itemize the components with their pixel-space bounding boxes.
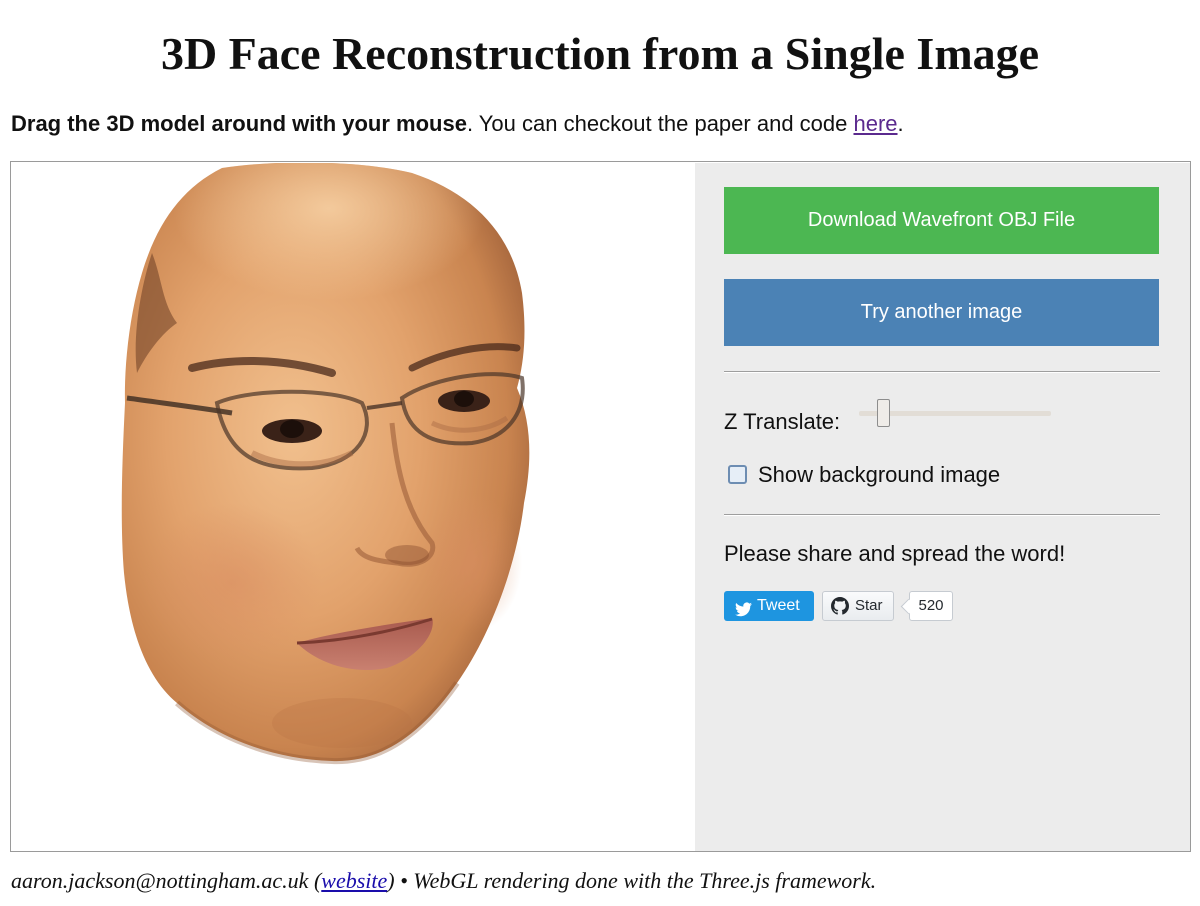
- twitter-bird-icon: [735, 598, 752, 628]
- intro-end: .: [897, 111, 904, 136]
- 3d-viewer-canvas[interactable]: [12, 163, 695, 851]
- intro-bold-text: Drag the 3D model around with your mouse: [11, 111, 467, 136]
- author-email: aaron.jackson@nottingham.ac.uk: [11, 868, 309, 893]
- tweet-button[interactable]: Tweet: [724, 591, 814, 621]
- divider: [724, 371, 1160, 373]
- star-count: 520: [918, 597, 944, 614]
- github-icon: [831, 597, 849, 625]
- try-another-image-button[interactable]: Try another image: [724, 279, 1159, 346]
- download-obj-button[interactable]: Download Wavefront OBJ File: [724, 187, 1159, 254]
- intro-text: Drag the 3D model around with your mouse…: [11, 109, 904, 139]
- badge-arrow: [900, 598, 917, 615]
- share-text: Please share and spread the word!: [724, 541, 1066, 566]
- 3d-face-model-icon: [121, 163, 530, 765]
- github-star-button[interactable]: Star: [822, 591, 894, 621]
- website-link[interactable]: website: [321, 868, 387, 893]
- show-background-checkbox[interactable]: [728, 465, 747, 484]
- footer-paren: (: [308, 868, 322, 893]
- star-label: Star: [855, 597, 883, 614]
- footer: aaron.jackson@nottingham.ac.uk (website)…: [11, 866, 876, 896]
- tweet-label: Tweet: [757, 597, 800, 614]
- control-panel: Download Wavefront OBJ File Try another …: [695, 163, 1190, 851]
- app-frame: Download Wavefront OBJ File Try another …: [10, 161, 1191, 852]
- paper-code-link[interactable]: here: [853, 111, 897, 136]
- show-background-label: Show background image: [758, 462, 1001, 487]
- slider-thumb[interactable]: [877, 399, 890, 427]
- star-count-badge[interactable]: 520: [900, 591, 953, 621]
- divider: [724, 514, 1160, 516]
- page-title: 3D Face Reconstruction from a Single Ima…: [160, 28, 1040, 79]
- footer-credits: ) • WebGL rendering done with the Three.…: [387, 868, 877, 893]
- z-translate-slider[interactable]: [859, 397, 1051, 431]
- intro-body-text: . You can checkout the paper and code: [466, 111, 854, 136]
- z-translate-label: Z Translate:: [724, 409, 841, 434]
